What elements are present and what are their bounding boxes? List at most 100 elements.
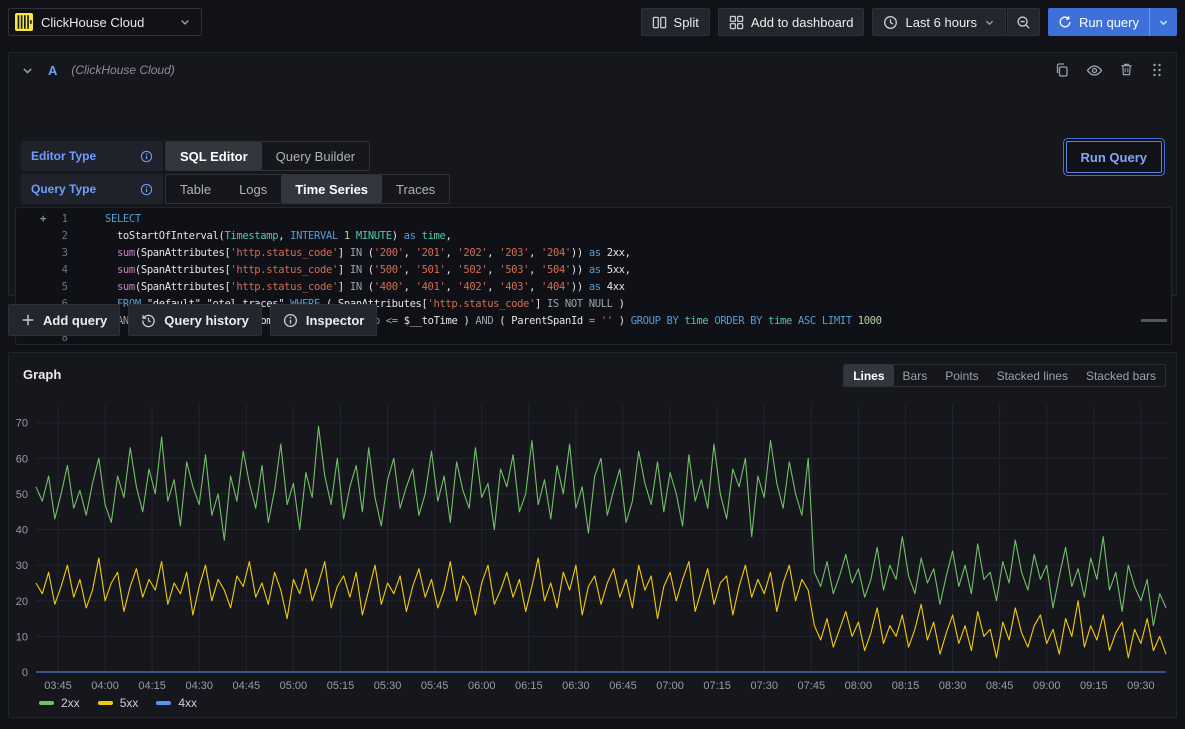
editor-type-segmented: SQL EditorQuery Builder bbox=[165, 141, 370, 171]
editor-scrollbar[interactable] bbox=[1141, 319, 1167, 322]
query-type-option-table[interactable]: Table bbox=[166, 175, 225, 203]
y-axis-tick-label: 0 bbox=[22, 667, 28, 679]
query-type-segmented: TableLogsTime SeriesTraces bbox=[165, 174, 450, 204]
graph-style-option-points[interactable]: Points bbox=[936, 365, 987, 386]
x-axis-tick-label: 09:30 bbox=[1127, 680, 1155, 689]
code-line-5[interactable]: 5 sum(SpanAttributes['http.status_code']… bbox=[16, 279, 1171, 296]
add-to-dashboard-button[interactable]: Add to dashboard bbox=[718, 8, 865, 36]
editor-type-label: Editor Type bbox=[21, 141, 163, 171]
zoom-out-time-button[interactable] bbox=[1007, 8, 1040, 36]
x-axis-tick-label: 08:15 bbox=[892, 680, 920, 689]
x-axis-tick-label: 08:45 bbox=[986, 680, 1014, 689]
legend-label: 5xx bbox=[120, 696, 139, 710]
query-type-option-time-series[interactable]: Time Series bbox=[281, 175, 382, 203]
x-axis-tick-label: 07:30 bbox=[750, 680, 778, 689]
legend-swatch bbox=[98, 701, 113, 705]
query-history-label: Query history bbox=[164, 313, 249, 328]
line-number: 5 bbox=[44, 279, 68, 296]
chart-svg: 01020304050607003:4504:0004:1504:3004:45… bbox=[9, 389, 1176, 689]
y-axis-tick-label: 20 bbox=[16, 596, 28, 608]
graph-style-option-lines[interactable]: Lines bbox=[844, 365, 893, 386]
y-axis-tick-label: 50 bbox=[16, 489, 28, 501]
run-query-button[interactable]: Run Query bbox=[1066, 141, 1162, 173]
clickhouse-logo-icon bbox=[15, 13, 33, 31]
query-history-button[interactable]: Query history bbox=[128, 304, 262, 336]
magnifier-minus-icon bbox=[1016, 15, 1031, 30]
graph-style-option-stacked-bars[interactable]: Stacked bars bbox=[1077, 365, 1165, 386]
editor-type-option-sql-editor[interactable]: SQL Editor bbox=[166, 142, 262, 170]
line-number: 1 bbox=[44, 211, 68, 228]
history-clock-icon bbox=[141, 313, 156, 328]
query-type-option-traces[interactable]: Traces bbox=[382, 175, 449, 203]
apps-grid-icon bbox=[729, 15, 744, 30]
line-number: 2 bbox=[44, 228, 68, 245]
time-series-chart[interactable]: 01020304050607003:4504:0004:1504:3004:45… bbox=[9, 389, 1176, 689]
y-axis-tick-label: 60 bbox=[16, 453, 28, 465]
graph-panel-title: Graph bbox=[23, 367, 61, 382]
graph-style-option-bars[interactable]: Bars bbox=[894, 365, 937, 386]
query-datasource-hint: (ClickHouse Cloud) bbox=[71, 63, 174, 77]
x-axis-tick-label: 08:00 bbox=[845, 680, 873, 689]
x-axis-tick-label: 07:15 bbox=[703, 680, 731, 689]
editor-type-option-query-builder[interactable]: Query Builder bbox=[262, 142, 369, 170]
code-line-3[interactable]: 3 sum(SpanAttributes['http.status_code']… bbox=[16, 245, 1171, 262]
duplicate-query-icon[interactable] bbox=[1054, 62, 1070, 79]
inspector-button[interactable]: Inspector bbox=[270, 304, 378, 336]
info-circle-icon bbox=[140, 183, 153, 196]
x-axis-tick-label: 05:00 bbox=[280, 680, 308, 689]
x-axis-tick-label: 04:15 bbox=[138, 680, 166, 689]
y-axis-tick-label: 10 bbox=[16, 631, 28, 643]
split-button[interactable]: Split bbox=[641, 8, 710, 36]
x-axis-tick-label: 04:00 bbox=[91, 680, 119, 689]
time-range-label: Last 6 hours bbox=[905, 15, 977, 30]
code-line-text: SELECT bbox=[105, 211, 141, 228]
explore-secondary-toolbar: Add query Query history Inspector bbox=[8, 304, 377, 336]
collapse-chevron-icon[interactable] bbox=[21, 64, 34, 77]
line-number: 3 bbox=[44, 245, 68, 262]
run-query-split-button[interactable]: Run query bbox=[1048, 8, 1177, 36]
toggle-visibility-eye-icon[interactable] bbox=[1086, 62, 1103, 79]
add-query-label: Add query bbox=[43, 313, 107, 328]
time-range-picker[interactable]: Last 6 hours bbox=[872, 8, 1006, 36]
chart-legend: 2xx 5xx 4xx bbox=[39, 696, 197, 710]
split-label: Split bbox=[674, 15, 699, 30]
y-axis-tick-label: 70 bbox=[16, 418, 28, 430]
x-axis-tick-label: 05:30 bbox=[374, 680, 402, 689]
code-line-4[interactable]: 4 sum(SpanAttributes['http.status_code']… bbox=[16, 262, 1171, 279]
info-circle-icon bbox=[140, 150, 153, 163]
legend-item-4xx[interactable]: 4xx bbox=[156, 696, 197, 710]
query-row-header: A (ClickHouse Cloud) bbox=[9, 53, 1176, 87]
code-line-text: sum(SpanAttributes['http.status_code'] I… bbox=[105, 279, 625, 296]
code-line-text: toStartOfInterval(Timestamp, INTERVAL 1 … bbox=[105, 228, 451, 245]
legend-swatch bbox=[39, 701, 54, 705]
info-circle-icon bbox=[283, 313, 298, 328]
remove-query-trash-icon[interactable] bbox=[1119, 62, 1134, 79]
x-axis-tick-label: 04:45 bbox=[233, 680, 261, 689]
legend-item-2xx[interactable]: 2xx bbox=[39, 696, 80, 710]
add-query-button[interactable]: Add query bbox=[8, 304, 120, 336]
graph-style-option-stacked-lines[interactable]: Stacked lines bbox=[988, 365, 1077, 386]
x-axis-tick-label: 06:30 bbox=[562, 680, 590, 689]
inspector-label: Inspector bbox=[306, 313, 365, 328]
query-type-label: Query Type bbox=[21, 174, 163, 204]
legend-item-5xx[interactable]: 5xx bbox=[98, 696, 139, 710]
y-axis-tick-label: 30 bbox=[16, 560, 28, 572]
y-axis-tick-label: 40 bbox=[16, 525, 28, 537]
code-line-1[interactable]: +1SELECT bbox=[16, 211, 1171, 228]
x-axis-tick-label: 06:15 bbox=[515, 680, 543, 689]
run-query-caret[interactable] bbox=[1149, 8, 1177, 36]
x-axis-tick-label: 04:30 bbox=[185, 680, 213, 689]
x-axis-tick-label: 05:45 bbox=[421, 680, 449, 689]
datasource-picker[interactable]: ClickHouse Cloud bbox=[8, 8, 202, 36]
datasource-label: ClickHouse Cloud bbox=[41, 15, 171, 30]
chevron-down-icon bbox=[984, 17, 995, 28]
drag-grip-dots-icon[interactable] bbox=[1150, 62, 1164, 79]
clock-icon bbox=[883, 15, 898, 30]
query-type-option-logs[interactable]: Logs bbox=[225, 175, 281, 203]
graph-style-radio-group: LinesBarsPointsStacked linesStacked bars bbox=[843, 364, 1166, 387]
top-toolbar: ClickHouse Cloud Split Add to dashboard … bbox=[0, 0, 1185, 44]
x-axis-tick-label: 07:00 bbox=[656, 680, 684, 689]
add-to-dashboard-label: Add to dashboard bbox=[751, 15, 854, 30]
code-line-2[interactable]: 2 toStartOfInterval(Timestamp, INTERVAL … bbox=[16, 228, 1171, 245]
legend-label: 2xx bbox=[61, 696, 80, 710]
